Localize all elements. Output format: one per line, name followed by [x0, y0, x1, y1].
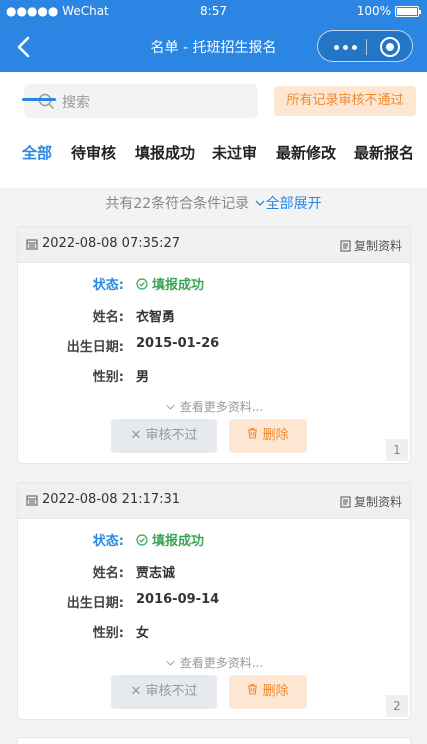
name-value: 贾志诚 [136, 566, 176, 581]
mini-program-capsule [317, 30, 413, 62]
gender-label: 性别: [92, 370, 124, 385]
battery-icon [395, 5, 421, 17]
gender-value: 男 [136, 370, 150, 385]
record-card: 2022-08-08 21:17:31 复制资料 状态: 填报成功 姓名: 贾志… [17, 482, 411, 720]
chevron-down-icon [255, 200, 265, 206]
birth-row: 出生日期: 2016-09-14 [18, 590, 410, 612]
chevron-down-icon [165, 660, 175, 666]
copy-info-button[interactable]: 复制资料 [340, 237, 402, 254]
record-datetime: 2022-08-08 21:17:31 [26, 492, 180, 507]
name-value: 衣智勇 [136, 310, 176, 325]
record-datetime: 2022-08-08 07:35:27 [26, 236, 180, 251]
status-bar: ●●●●● WeChat 8:57 100% [0, 0, 427, 22]
calendar-icon [26, 239, 38, 249]
birth-label: 出生日期: [66, 340, 124, 355]
record-card-header: 2022-08-08 21:17:31 复制资料 [18, 483, 410, 519]
document-icon [340, 496, 351, 507]
copy-info-label: 复制资料 [353, 495, 402, 509]
delete-button[interactable]: 删除 [229, 675, 307, 709]
check-circle-icon [136, 277, 148, 290]
status-text: 填报成功 [152, 278, 205, 293]
filter-tabs: 全部 待审核 填报成功 未过审 最新修改 最新报名 [0, 138, 427, 178]
gender-value: 女 [136, 626, 150, 641]
name-row: 姓名: 贾志诚 [18, 560, 410, 582]
name-label: 姓名: [92, 310, 124, 325]
delete-button-label: 删除 [262, 684, 289, 699]
record-datetime-text: 2022-08-08 07:35:27 [42, 236, 181, 251]
next-record-card-edge [17, 737, 411, 744]
results-count: 共有22条符合条件记录 [105, 196, 250, 212]
record-index: 2 [386, 695, 408, 717]
delete-button-label: 删除 [262, 428, 289, 443]
name-label: 姓名: [92, 566, 124, 581]
calendar-icon [26, 495, 38, 505]
view-more-link[interactable]: 查看更多资料... [18, 398, 410, 415]
search-placeholder: 搜索 [62, 95, 90, 111]
view-more-link[interactable]: 查看更多资料... [18, 654, 410, 671]
search-input[interactable]: 搜索 [24, 84, 258, 118]
tab-latest-modified[interactable]: 最新修改 [276, 142, 336, 163]
birth-value: 2015-01-26 [136, 336, 220, 351]
status-label: 状态: [92, 534, 124, 549]
trash-icon [248, 427, 258, 439]
results-summary: 共有22条符合条件记录 全部展开 [0, 193, 427, 213]
search-icon [38, 93, 54, 113]
birth-label: 出生日期: [66, 596, 124, 611]
view-more-label: 查看更多资料... [179, 400, 264, 414]
status-row: 状态: 填报成功 [18, 272, 410, 294]
birth-row: 出生日期: 2015-01-26 [18, 334, 410, 356]
tab-pending[interactable]: 待审核 [71, 142, 116, 163]
copy-info-button[interactable]: 复制资料 [340, 493, 402, 510]
copy-info-label: 复制资料 [353, 239, 402, 253]
status-label: 状态: [92, 278, 124, 293]
more-menu-icon[interactable] [334, 45, 357, 50]
record-card-header: 2022-08-08 07:35:27 复制资料 [18, 227, 410, 263]
close-program-icon[interactable] [380, 37, 400, 57]
reject-button-label: 审核不过 [145, 428, 198, 443]
check-circle-icon [136, 533, 148, 546]
gender-row: 性别: 女 [18, 620, 410, 642]
battery-indicator: 100% [356, 4, 421, 18]
record-datetime-text: 2022-08-08 21:17:31 [42, 492, 181, 507]
expand-all-label: 全部展开 [265, 196, 322, 212]
battery-percent: 100% [356, 4, 391, 18]
expand-all-link[interactable]: 全部展开 [254, 196, 322, 212]
nav-bar: 名单 - 托班招生报名 [0, 22, 427, 72]
reject-all-button[interactable]: 所有记录审核不通过 [274, 86, 416, 116]
delete-button[interactable]: 删除 [229, 419, 307, 453]
tab-latest-signup[interactable]: 最新报名 [354, 142, 414, 163]
birth-value: 2016-09-14 [136, 592, 220, 607]
active-tab-indicator [22, 98, 56, 101]
close-icon: ✕ [130, 684, 142, 699]
status-value: 填报成功 [136, 274, 204, 293]
record-card: 2022-08-08 07:35:27 复制资料 状态: 填报成功 姓名: 衣智… [17, 226, 411, 464]
tab-success[interactable]: 填报成功 [135, 142, 195, 163]
tab-all[interactable]: 全部 [22, 142, 52, 163]
close-icon: ✕ [130, 428, 142, 443]
record-index: 1 [386, 439, 408, 461]
status-row: 状态: 填报成功 [18, 528, 410, 550]
reject-button-label: 审核不过 [145, 684, 198, 699]
gender-label: 性别: [92, 626, 124, 641]
gender-row: 性别: 男 [18, 364, 410, 386]
reject-button[interactable]: ✕ 审核不过 [111, 419, 217, 453]
capsule-divider [366, 39, 367, 55]
reject-button[interactable]: ✕ 审核不过 [111, 675, 217, 709]
tab-rejected[interactable]: 未过审 [212, 142, 257, 163]
status-value: 填报成功 [136, 530, 204, 549]
name-row: 姓名: 衣智勇 [18, 304, 410, 326]
trash-icon [248, 683, 258, 695]
document-icon [340, 240, 351, 251]
status-text: 填报成功 [152, 534, 205, 549]
filter-panel: 搜索 所有记录审核不通过 全部 待审核 填报成功 未过审 最新修改 最新报名 [0, 72, 427, 188]
view-more-label: 查看更多资料... [179, 656, 264, 670]
chevron-down-icon [165, 404, 175, 410]
